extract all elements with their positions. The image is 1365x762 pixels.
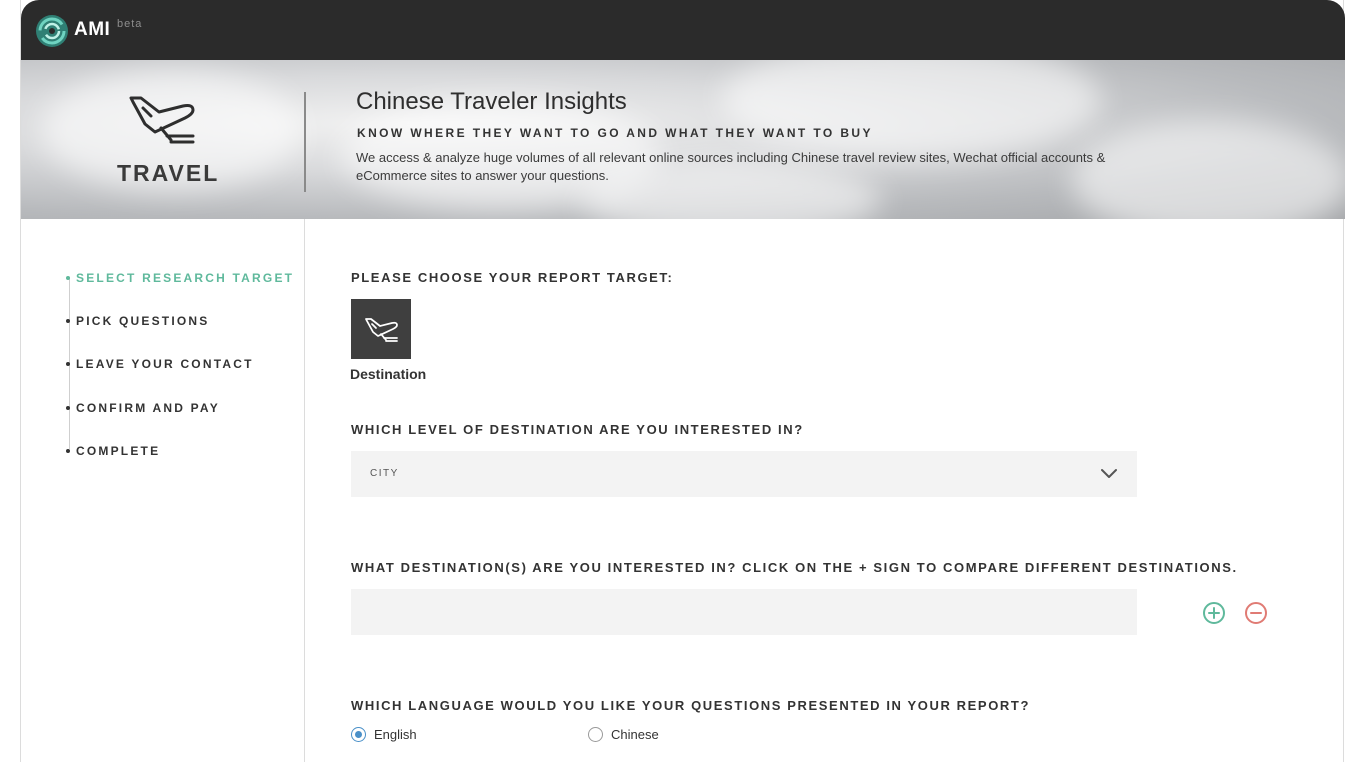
hero-divider: [304, 92, 306, 192]
add-destination-button[interactable]: [1202, 601, 1226, 625]
step-leave-your-contact[interactable]: LEAVE YOUR CONTACT: [66, 357, 254, 371]
destination-target-tile[interactable]: [351, 299, 411, 359]
category-label: TRAVEL: [117, 160, 220, 186]
page-subtitle: KNOW WHERE THEY WANT TO GO AND WHAT THEY…: [357, 126, 873, 140]
destination-input[interactable]: [351, 589, 1137, 635]
language-option-english[interactable]: English: [351, 727, 417, 742]
step-confirm-and-pay[interactable]: CONFIRM AND PAY: [66, 401, 220, 415]
english-radio-label: English: [374, 727, 417, 742]
hero-banner: TRAVEL Chinese Traveler Insights KNOW WH…: [21, 60, 1345, 219]
brand-name[interactable]: AMI: [74, 19, 110, 41]
step-label: COMPLETE: [76, 444, 161, 458]
step-label: SELECT RESEARCH TARGET: [76, 271, 295, 285]
top-bar: AMI beta: [21, 0, 1345, 60]
airplane-departure-icon: [365, 318, 398, 342]
level-question-label: WHICH LEVEL OF DESTINATION ARE YOU INTER…: [351, 422, 804, 437]
step-dot: [66, 405, 70, 410]
step-dot: [66, 448, 70, 453]
airplane-departure-icon: [129, 96, 195, 144]
chevron-down-icon: [1101, 469, 1117, 478]
step-complete[interactable]: COMPLETE: [66, 444, 160, 458]
step-label: PICK QUESTIONS: [76, 314, 210, 328]
chinese-radio[interactable]: [588, 727, 603, 742]
step-label: LEAVE YOUR CONTACT: [76, 357, 254, 371]
destinations-question-label: WHAT DESTINATION(S) ARE YOU INTERESTED I…: [351, 560, 1238, 575]
step-dot: [66, 318, 70, 323]
steps-sidebar: SELECT RESEARCH TARGET PICK QUESTIONS LE…: [21, 219, 305, 762]
page-description: We access & analyze huge volumes of all …: [356, 150, 1106, 183]
remove-destination-button[interactable]: [1244, 601, 1268, 625]
chinese-radio-label: Chinese: [611, 727, 659, 742]
ami-logo-icon[interactable]: [35, 14, 69, 48]
language-question-label: WHICH LANGUAGE WOULD YOU LIKE YOUR QUEST…: [351, 698, 1030, 713]
step-label: CONFIRM AND PAY: [76, 401, 220, 415]
selected-level-value: CITY: [370, 468, 399, 479]
step-dot: [66, 275, 70, 280]
step-select-research-target[interactable]: SELECT RESEARCH TARGET: [66, 271, 294, 285]
beta-badge: beta: [117, 18, 143, 30]
app-frame: AMI beta TRAVEL Chinese Traveler Insight…: [20, 0, 1345, 762]
english-radio[interactable]: [351, 727, 366, 742]
language-option-chinese[interactable]: Chinese: [588, 727, 659, 742]
target-question-label: PLEASE CHOOSE YOUR REPORT TARGET:: [351, 270, 674, 285]
destination-level-select[interactable]: CITY: [351, 451, 1137, 497]
step-pick-questions[interactable]: PICK QUESTIONS: [66, 314, 209, 328]
step-dot: [66, 361, 70, 366]
page-title: Chinese Traveler Insights: [356, 88, 627, 115]
destination-target-label[interactable]: Destination: [350, 366, 426, 382]
